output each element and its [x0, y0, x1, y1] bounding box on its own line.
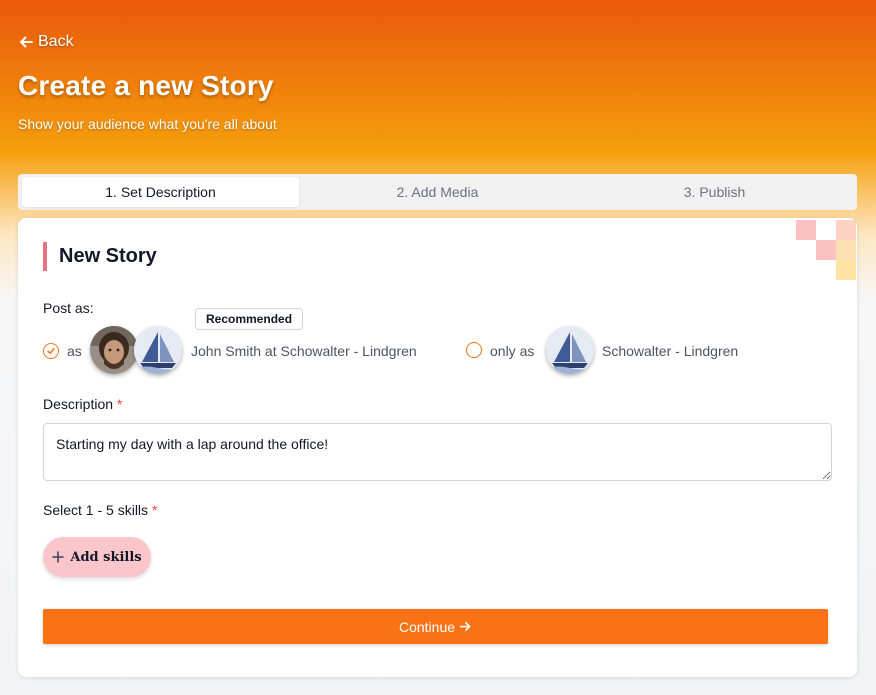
description-label-text: Description [43, 396, 114, 412]
decorative-square [816, 240, 836, 260]
required-mark: * [151, 502, 158, 518]
required-mark: * [116, 396, 123, 412]
back-label: Back [38, 33, 74, 50]
card-title: New Story [43, 242, 157, 271]
continue-button[interactable]: Continue [43, 609, 828, 644]
decorative-square [836, 240, 856, 260]
tab-add-media[interactable]: 2. Add Media [299, 177, 576, 207]
check-icon [47, 348, 55, 354]
post-as-company-prefix: only as [490, 343, 535, 359]
add-skills-button[interactable]: Add skills [43, 537, 151, 577]
back-link[interactable]: Back [18, 33, 74, 51]
tab-publish[interactable]: 3. Publish [576, 177, 853, 207]
decorative-square [796, 220, 816, 240]
user-avatar [90, 326, 138, 374]
add-skills-label: Add skills [70, 549, 142, 565]
page-subtitle: Show your audience what you're all about [18, 116, 277, 132]
page-header: Back Create a new Story Show your audien… [18, 0, 858, 170]
company-avatar [546, 326, 594, 374]
description-label: Description * [43, 396, 122, 412]
story-form-card: New Story Post as: Recommended as John S… [18, 218, 857, 677]
post-as-user-prefix: as [67, 343, 82, 359]
company-avatar [134, 326, 182, 374]
decorative-square [836, 220, 856, 240]
tab-set-description[interactable]: 1. Set Description [22, 177, 299, 207]
skills-label: Select 1 - 5 skills * [43, 502, 157, 518]
post-as-company-name: Schowalter - Lindgren [602, 343, 739, 359]
decorative-square [836, 260, 856, 280]
arrow-left-icon [20, 36, 33, 48]
page-title: Create a new Story [18, 70, 274, 101]
post-as-user-name: John Smith at Schowalter - Lindgren [191, 343, 417, 359]
post-as-options: as John Smith at Schowalter - Lindgren o… [43, 326, 833, 376]
step-tabs: 1. Set Description 2. Add Media 3. Publi… [18, 174, 857, 210]
description-input[interactable]: Starting my day with a lap around the of… [43, 423, 832, 481]
plus-icon [52, 551, 65, 563]
skills-label-text: Select 1 - 5 skills [43, 502, 149, 518]
continue-label: Continue [398, 618, 456, 635]
post-as-user-radio[interactable] [43, 343, 59, 359]
arrow-right-icon [459, 622, 471, 631]
post-as-label: Post as: [43, 300, 94, 316]
post-as-company-radio[interactable] [466, 342, 482, 358]
